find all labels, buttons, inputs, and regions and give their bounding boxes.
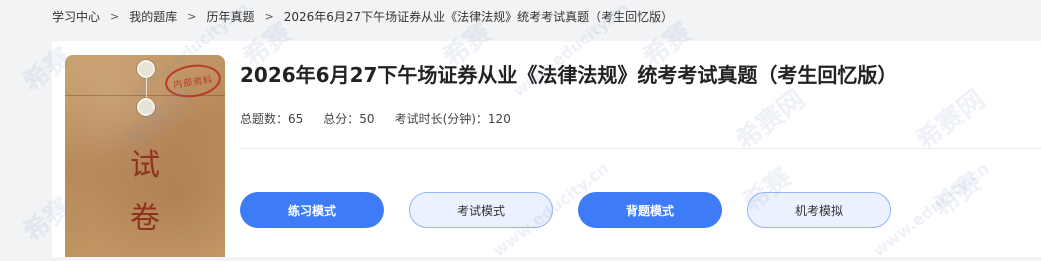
exam-title: 2026年6月27下午场证券从业《法律法规》统考考试真题（考生回忆版） xyxy=(240,63,898,87)
total-questions: 总题数：65 xyxy=(240,112,304,126)
divider xyxy=(240,148,1041,149)
breadcrumb-my-question-bank[interactable]: 我的题库 xyxy=(129,8,177,25)
exam-mode-button[interactable]: 考试模式 xyxy=(409,192,553,228)
total-score: 总分：50 xyxy=(323,112,375,126)
machine-exam-simulation-button[interactable]: 机考模拟 xyxy=(747,192,891,228)
envelope-string xyxy=(146,76,147,100)
breadcrumb-learning-center[interactable]: 学习中心 xyxy=(52,8,100,25)
breadcrumb-current-exam: 2026年6月27下午场证券从业《法律法规》统考考试真题（考生回忆版） xyxy=(283,9,674,24)
cover-char-exam: 试 xyxy=(130,148,160,183)
practice-mode-button[interactable]: 练习模式 xyxy=(240,192,384,228)
exam-meta: 总题数：65 总分：50 考试时长(分钟)：120 xyxy=(240,110,511,127)
exam-cover-image: 内部资料 试 卷 xyxy=(65,55,225,257)
exam-duration: 考试时长(分钟)：120 xyxy=(394,112,511,126)
breadcrumb-separator: > xyxy=(187,9,197,23)
breadcrumb-separator: > xyxy=(110,9,120,23)
cover-char-paper: 卷 xyxy=(130,201,160,236)
recite-mode-button[interactable]: 背题模式 xyxy=(578,192,722,228)
breadcrumb-past-exams[interactable]: 历年真题 xyxy=(206,8,254,25)
exam-card: 内部资料 试 卷 2026年6月27下午场证券从业《法律法规》统考考试真题（考生… xyxy=(52,41,1041,257)
breadcrumb: 学习中心 > 我的题库 > 历年真题 > 2026年6月27下午场证券从业《法律… xyxy=(52,7,673,25)
envelope-button-icon xyxy=(137,98,155,116)
breadcrumb-separator: > xyxy=(264,9,274,23)
